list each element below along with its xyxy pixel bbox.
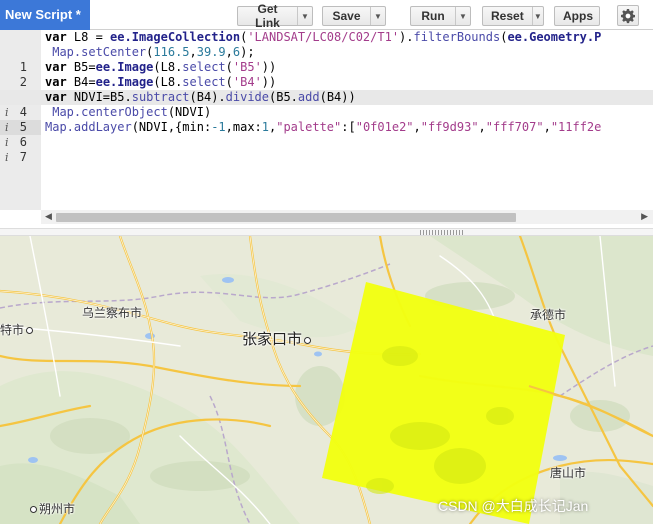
run-button[interactable]: Run ▼ [410, 6, 471, 26]
map-label-tangshan: 唐山市 [550, 466, 587, 480]
code-line-3[interactable]: i 3 var B5=ee.Image(L8.select('B5')) [0, 60, 653, 104]
map-panel[interactable]: 特市 乌兰察布市 张家口市 承德市 唐山市 朔州市 CSDN @大白成长记Jan [0, 236, 653, 524]
gutter-cell-7: i 7 [0, 150, 41, 165]
editor-horizontal-scrollbar[interactable]: ◀ ▶ [41, 210, 653, 224]
code-line-4[interactable]: i 4 var B4=ee.Image(L8.select('B4')) [0, 75, 653, 119]
reset-label: Reset [491, 9, 524, 23]
code-line-5[interactable]: i 5 var NDVI=B5.subtract(B4).divide(B5.a… [0, 90, 653, 135]
save-label: Save [332, 9, 361, 23]
panel-splitter[interactable] [0, 228, 653, 236]
map-label-zhangjiakou: 张家口市 [242, 328, 312, 349]
splitter-grip-icon[interactable] [420, 230, 464, 235]
run-dropdown-icon[interactable]: ▼ [455, 7, 470, 25]
code-line-1[interactable]: 1 var L8 = ee.ImageCollection('LANDSAT/L… [0, 30, 653, 74]
save-dropdown-icon[interactable]: ▼ [370, 7, 385, 25]
code-text: Map.addLayer(NDVI,{min:-1,max:1,"palette… [45, 120, 602, 134]
gear-icon [621, 8, 635, 23]
editor-header: New Script * Get Link ▼ Save ▼ Run ▼ Res… [0, 0, 653, 30]
scrollbar-thumb[interactable] [56, 213, 516, 222]
run-label: Run [421, 9, 445, 23]
script-title: New Script * [0, 0, 90, 30]
map-label-shuozhou: 朔州市 [30, 500, 75, 517]
apps-button[interactable]: Apps [554, 6, 600, 26]
code-text: var B5=ee.Image(L8.select('B5')) [45, 60, 277, 74]
save-button[interactable]: Save ▼ [322, 6, 386, 26]
code-text: var L8 = ee.ImageCollection('LANDSAT/LC0… [45, 30, 602, 44]
get-link-dropdown-icon[interactable]: ▼ [297, 7, 312, 25]
csdn-watermark: CSDN @大白成长记Jan [438, 498, 589, 514]
code-text: var NDVI=B5.subtract(B4).divide(B5.add(B… [45, 90, 356, 104]
code-editor[interactable]: 1 var L8 = ee.ImageCollection('LANDSAT/L… [0, 30, 653, 228]
map-label-ulanqab: 乌兰察布市 [82, 306, 143, 320]
map-label-chengde: 承德市 [530, 308, 567, 322]
code-line-6[interactable]: i 6 Map.centerObject(NDVI) [0, 105, 653, 149]
settings-gear-icon[interactable] [617, 5, 639, 26]
info-marker-icon[interactable]: i [5, 150, 9, 165]
map-label-left-edge: 特市 [0, 321, 34, 338]
code-text: var B4=ee.Image(L8.select('B4')) [45, 75, 277, 89]
code-line-7[interactable]: i 7 Map.addLayer(NDVI,{min:-1,max:1,"pal… [0, 120, 653, 164]
reset-dropdown-icon[interactable]: ▼ [531, 7, 543, 25]
code-line-2[interactable]: 2 Map.setCenter(116.5,39.9,6); [0, 45, 653, 89]
scroll-right-icon[interactable]: ▶ [641, 211, 648, 222]
code-text: Map.centerObject(NDVI) [52, 105, 212, 119]
apps-label: Apps [563, 9, 593, 23]
get-link-label: Get Link [255, 2, 280, 30]
reset-button[interactable]: Reset ▼ [482, 6, 544, 26]
line-number: 7 [19, 150, 27, 164]
get-link-button[interactable]: Get Link ▼ [237, 2, 313, 30]
scroll-left-icon[interactable]: ◀ [45, 211, 52, 222]
code-text: Map.setCenter(116.5,39.9,6); [52, 45, 255, 59]
